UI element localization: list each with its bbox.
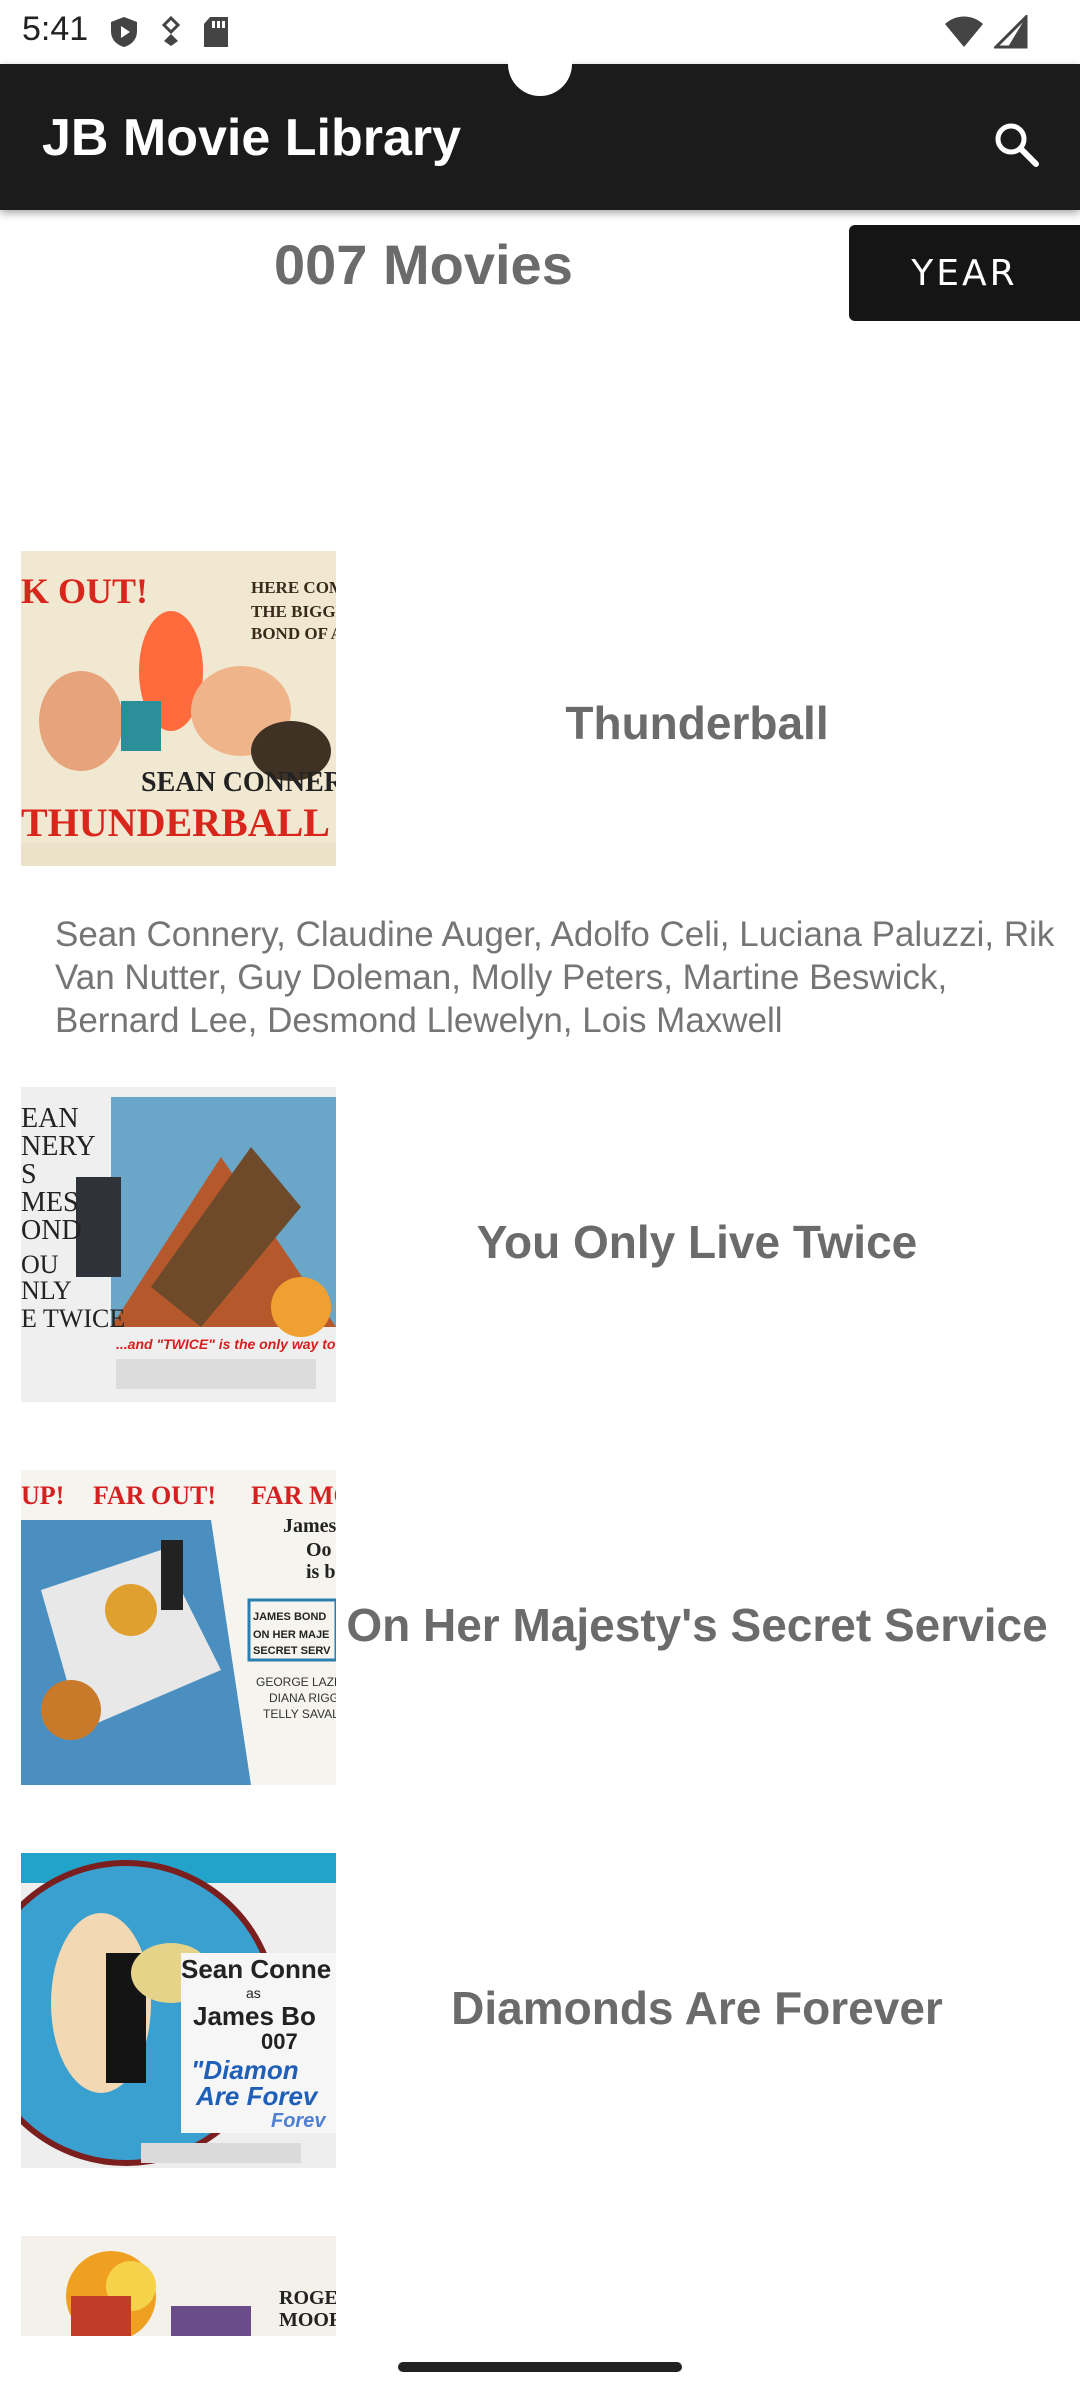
movie-title: On Her Majesty's Secret Service bbox=[346, 1599, 1048, 1651]
poster-text: BOND OF A bbox=[251, 624, 336, 643]
poster-text: Forev bbox=[271, 2110, 327, 2132]
wifi-icon bbox=[945, 16, 983, 47]
search-icon[interactable] bbox=[992, 120, 1040, 168]
poster-text: THE BIGGE bbox=[251, 602, 336, 621]
poster-text: MES bbox=[21, 1187, 79, 1218]
movie-poster[interactable]: EAN NERY S MES OND OU NLY E TWICE ...and… bbox=[21, 1087, 336, 1402]
poster-text: James Bo bbox=[193, 2001, 316, 2031]
page-title: 007 Movies bbox=[274, 233, 573, 296]
poster-thunderball: K OUT! HERE COM THE BIGGE BOND OF A SEAN… bbox=[21, 551, 336, 866]
poster-text: is b bbox=[306, 1561, 335, 1583]
year-sort-button[interactable]: YEAR bbox=[849, 225, 1080, 321]
movie-cast: Sean Connery, Claudine Auger, Adolfo Cel… bbox=[55, 915, 1055, 1040]
poster-text: K OUT! bbox=[21, 571, 148, 611]
movie-poster[interactable]: UP! FAR OUT! FAR MO James Oo is b JAMES … bbox=[21, 1470, 336, 1785]
poster-text: OU bbox=[21, 1250, 59, 1279]
gesture-nav-handle[interactable] bbox=[398, 2362, 682, 2372]
poster-text: James bbox=[283, 1515, 336, 1537]
movie-poster[interactable]: K OUT! HERE COM THE BIGGE BOND OF A SEAN… bbox=[21, 551, 336, 866]
camera-cutout bbox=[508, 32, 572, 96]
poster-diamonds-are-forever: Sean Conne as James Bo 007 "Diamon Are F… bbox=[21, 1853, 336, 2168]
movie-poster[interactable]: ROGER MOORE bbox=[21, 2236, 336, 2336]
poster-text: Sean Conne bbox=[181, 1954, 331, 1984]
poster-text: Oo bbox=[306, 1539, 332, 1561]
shield-icon bbox=[111, 17, 137, 47]
search-button[interactable] bbox=[976, 104, 1056, 184]
poster-text: ROGER bbox=[279, 2287, 336, 2309]
sd-card-icon bbox=[204, 17, 228, 47]
poster-text: NERY bbox=[21, 1131, 96, 1162]
poster-text: EAN bbox=[21, 1103, 79, 1134]
poster-text: TELLY SAVALAS bbox=[263, 1707, 336, 1721]
poster-text: 007 bbox=[261, 2029, 298, 2054]
movie-item[interactable]: Sean Conne as James Bo 007 "Diamon Are F… bbox=[0, 1853, 1080, 2168]
poster-text: as bbox=[246, 1985, 261, 2001]
poster-text: UP! bbox=[21, 1481, 64, 1510]
poster-you-only-live-twice: EAN NERY S MES OND OU NLY E TWICE ...and… bbox=[21, 1087, 336, 1402]
movie-item[interactable]: UP! FAR OUT! FAR MO James Oo is b JAMES … bbox=[0, 1470, 1080, 1785]
poster-text: FAR OUT! bbox=[93, 1481, 216, 1510]
poster-text: MOORE bbox=[279, 2309, 336, 2331]
movie-title: You Only Live Twice bbox=[476, 1216, 918, 1268]
poster-text: SECRET SERV bbox=[253, 1645, 331, 1657]
poster-text: FAR MO bbox=[251, 1481, 336, 1510]
download-icon bbox=[161, 16, 181, 46]
poster-text: Are Forev bbox=[195, 2081, 319, 2111]
app-title: JB Movie Library bbox=[42, 109, 462, 167]
poster-text: NLY bbox=[21, 1276, 72, 1305]
poster-text: JAMES BOND bbox=[253, 1611, 326, 1623]
poster-text: DIANA RIGG bbox=[269, 1691, 336, 1705]
movie-title: Diamonds Are Forever bbox=[451, 1982, 943, 2034]
poster-text: ...and "TWICE" is the only way to li bbox=[116, 1336, 336, 1352]
status-time: 5:41 bbox=[22, 10, 89, 48]
poster-ohmss: UP! FAR OUT! FAR MO James Oo is b JAMES … bbox=[21, 1470, 336, 1785]
poster-text: OND bbox=[21, 1215, 82, 1246]
poster-text: ON HER MAJE bbox=[253, 1629, 329, 1641]
movie-item[interactable]: ROGER MOORE bbox=[0, 2236, 1080, 2336]
poster-text: HERE COM bbox=[251, 578, 336, 597]
poster-text: GEORGE LAZENB bbox=[256, 1675, 336, 1689]
movie-title: Thunderball bbox=[565, 697, 829, 749]
poster-text: S bbox=[21, 1159, 37, 1190]
movie-item[interactable]: K OUT! HERE COM THE BIGGE BOND OF A SEAN… bbox=[0, 551, 1080, 1051]
movie-poster[interactable]: Sean Conne as James Bo 007 "Diamon Are F… bbox=[21, 1853, 336, 2168]
poster-text: SEAN CONNERY bbox=[141, 767, 336, 798]
signal-icon bbox=[994, 15, 1028, 49]
poster-text: E TWICE bbox=[21, 1304, 125, 1333]
movie-item[interactable]: EAN NERY S MES OND OU NLY E TWICE ...and… bbox=[0, 1087, 1080, 1402]
poster-text: THUNDERBALL bbox=[21, 800, 330, 845]
poster-roger-moore: ROGER MOORE bbox=[21, 2236, 336, 2336]
